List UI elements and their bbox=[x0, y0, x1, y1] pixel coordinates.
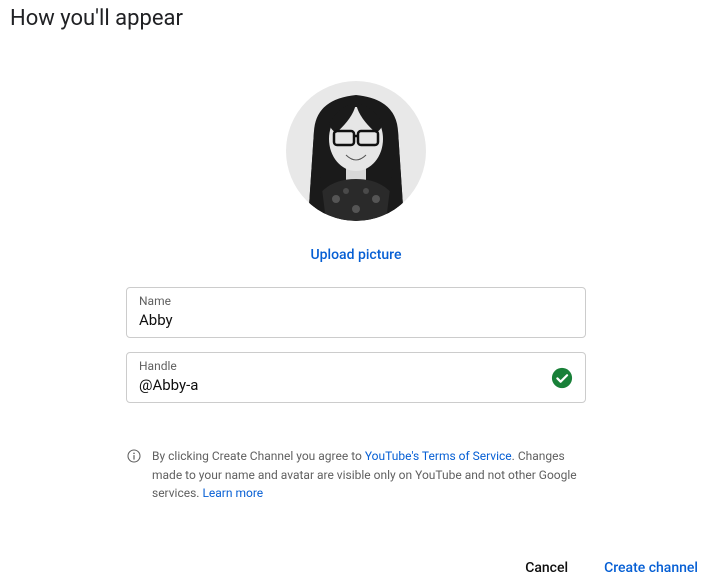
disclaimer-text: By clicking Create Channel you agree to … bbox=[152, 447, 586, 503]
handle-input[interactable] bbox=[139, 376, 573, 394]
avatar bbox=[286, 81, 426, 221]
checkmark-circle-icon bbox=[551, 367, 573, 389]
disclaimer: By clicking Create Channel you agree to … bbox=[126, 447, 586, 503]
disclaimer-prefix: By clicking Create Channel you agree to bbox=[152, 449, 365, 463]
name-label: Name bbox=[139, 294, 573, 308]
fields-container: Name Handle bbox=[126, 287, 586, 403]
upload-picture-link[interactable]: Upload picture bbox=[311, 247, 402, 263]
handle-field-wrapper[interactable]: Handle bbox=[126, 352, 586, 403]
avatar-image bbox=[286, 81, 426, 221]
handle-label: Handle bbox=[139, 359, 573, 373]
create-channel-button[interactable]: Create channel bbox=[600, 552, 702, 584]
footer-actions: Cancel Create channel bbox=[521, 552, 702, 584]
info-icon bbox=[126, 448, 142, 464]
cancel-button[interactable]: Cancel bbox=[521, 552, 572, 584]
name-input[interactable] bbox=[139, 311, 573, 329]
page-title: How you'll appear bbox=[0, 0, 712, 31]
name-field-wrapper[interactable]: Name bbox=[126, 287, 586, 338]
main-content: Upload picture Name Handle By clicking C… bbox=[0, 31, 712, 503]
tos-link[interactable]: YouTube's Terms of Service bbox=[365, 449, 512, 463]
learn-more-link[interactable]: Learn more bbox=[202, 486, 263, 500]
